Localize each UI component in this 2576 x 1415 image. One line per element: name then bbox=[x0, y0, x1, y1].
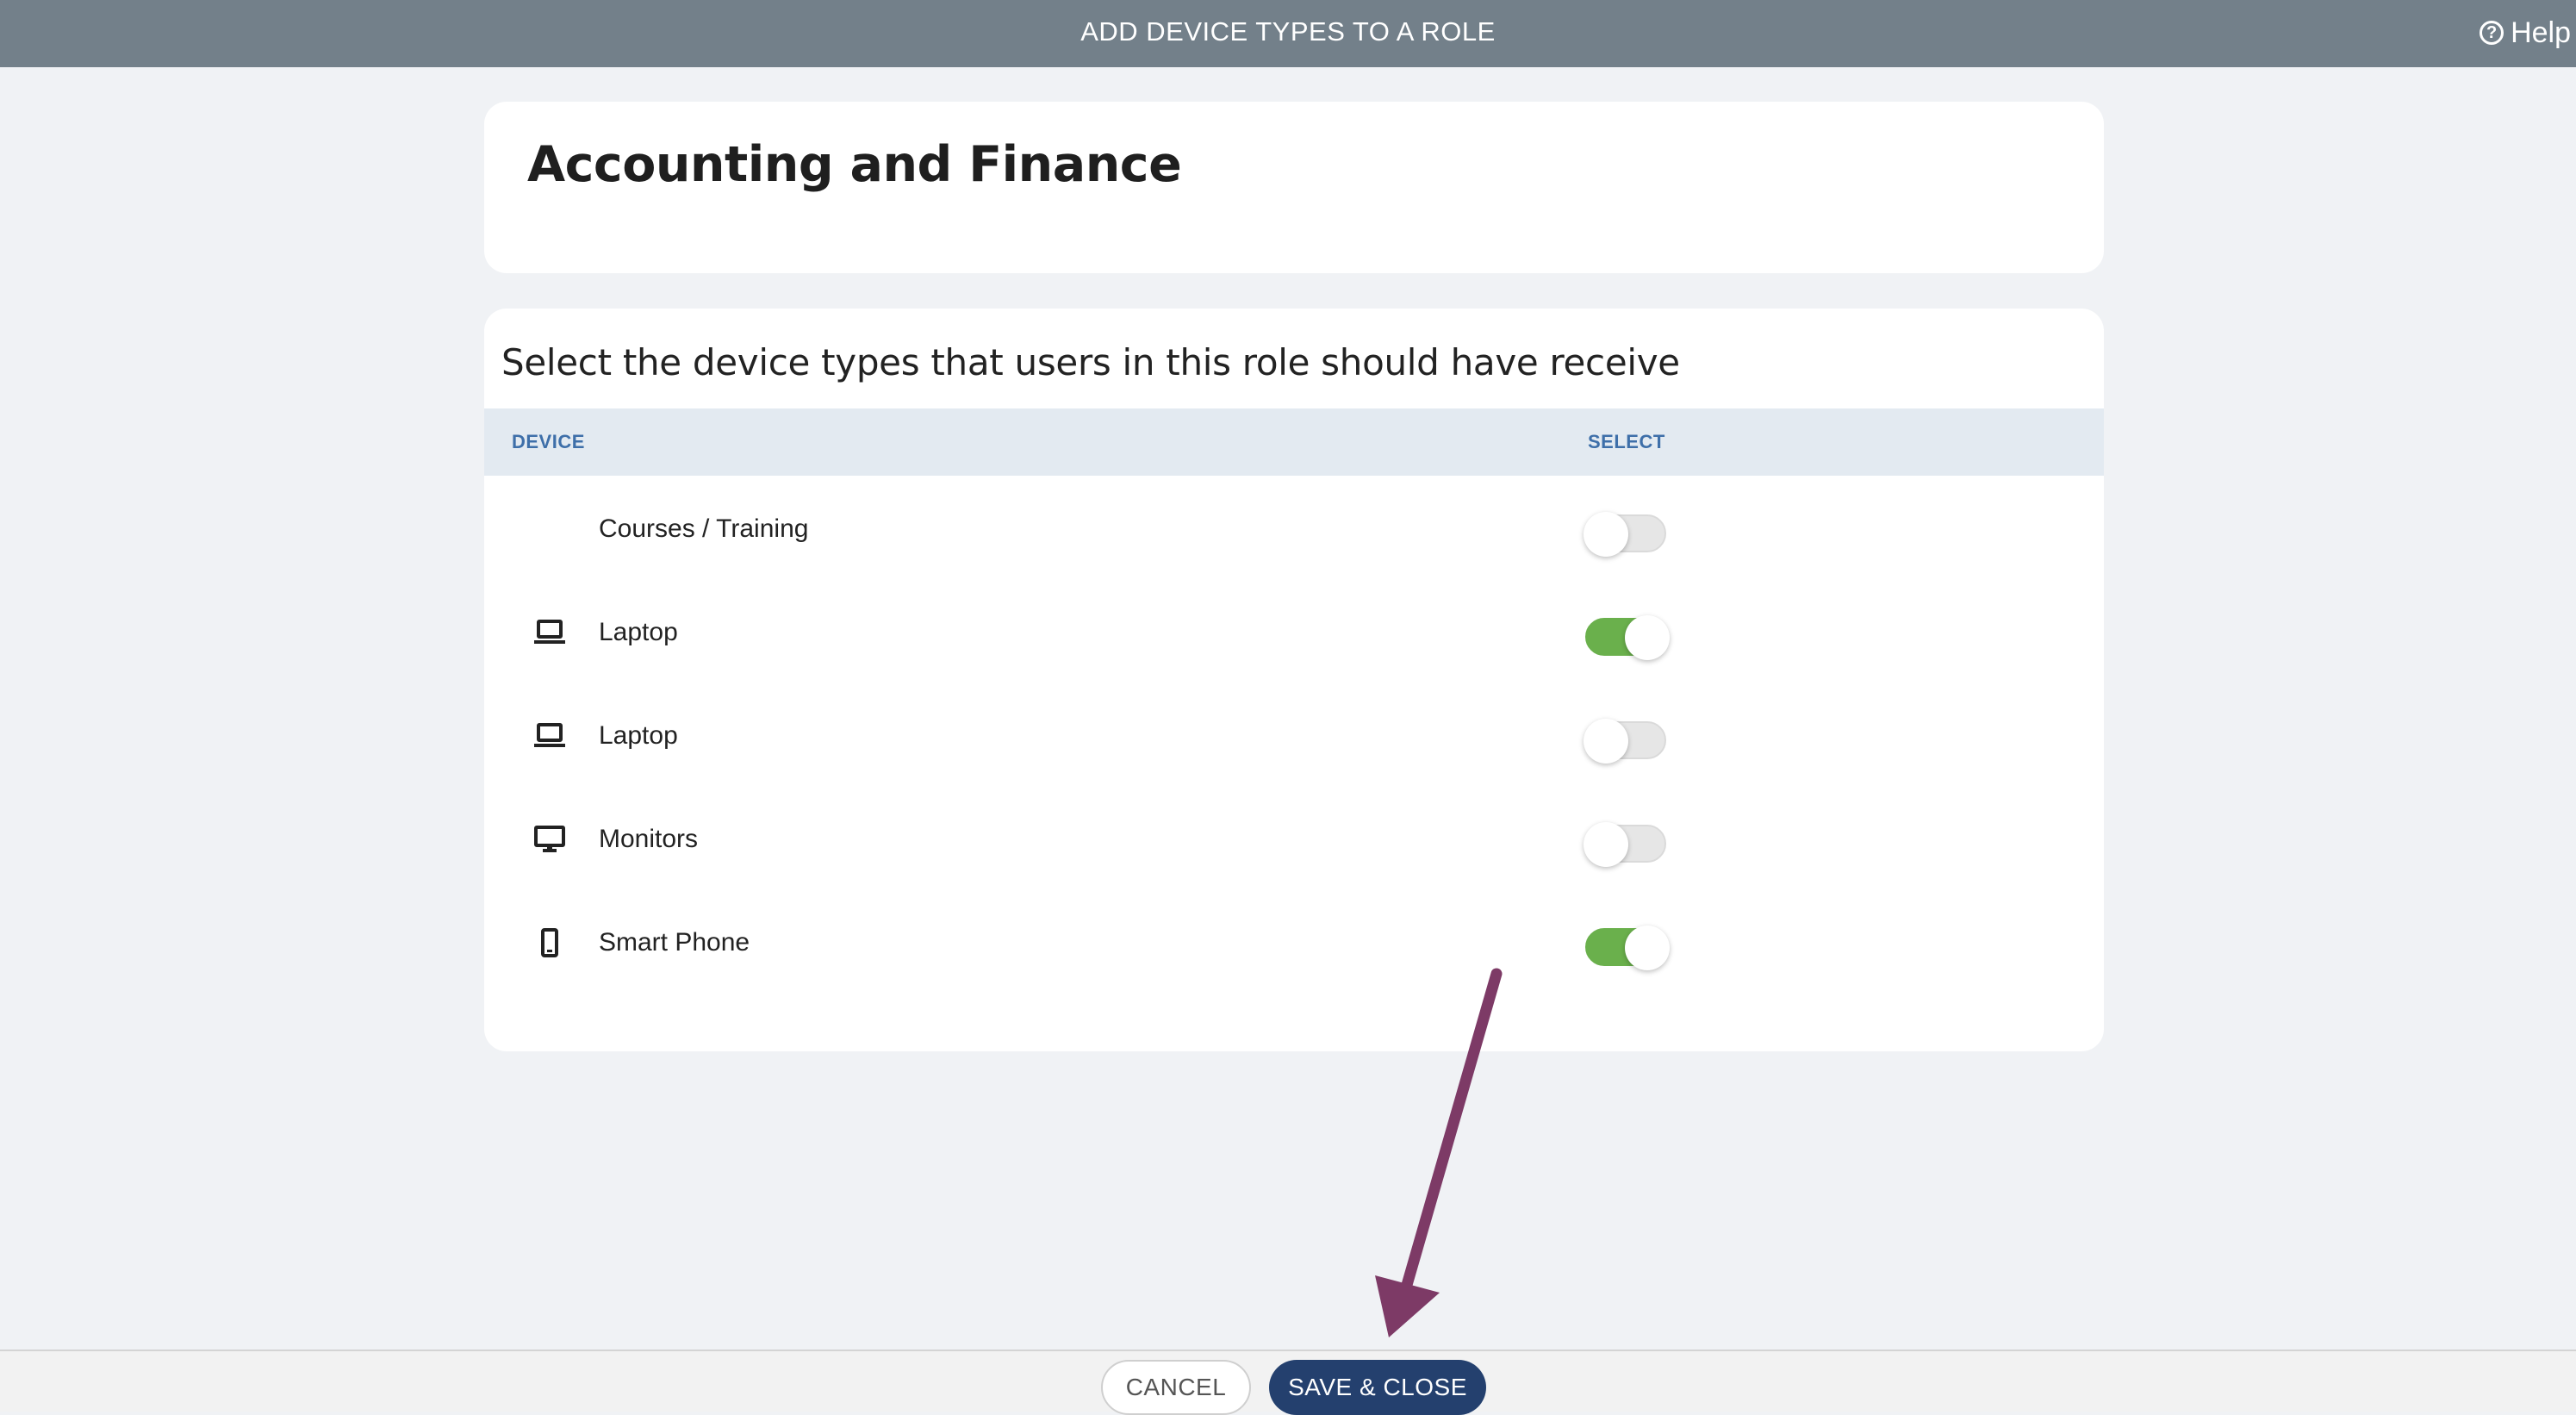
toggle-knob bbox=[1625, 615, 1670, 660]
select-toggle[interactable] bbox=[1584, 719, 1666, 764]
role-title-card: Accounting and Finance bbox=[484, 102, 2104, 273]
device-label: Courses / Training bbox=[599, 514, 809, 543]
footer-bar: CANCEL SAVE & CLOSE bbox=[0, 1350, 2576, 1415]
toggle-knob bbox=[1584, 822, 1628, 867]
table-row: Monitors bbox=[484, 788, 2104, 891]
top-bar: ADD DEVICE TYPES TO A ROLE ? Help bbox=[0, 0, 2576, 67]
device-label: Laptop bbox=[599, 618, 678, 646]
device-types-card: Select the device types that users in th… bbox=[484, 309, 2104, 1051]
laptop-icon bbox=[531, 614, 569, 651]
device-label: Laptop bbox=[599, 721, 678, 750]
column-header-device: DEVICE bbox=[512, 431, 585, 452]
table-row: Laptop bbox=[484, 581, 2104, 684]
help-link[interactable]: ? Help bbox=[2480, 16, 2571, 50]
select-toggle[interactable] bbox=[1584, 822, 1666, 867]
select-toggle[interactable] bbox=[1584, 512, 1666, 557]
role-name: Accounting and Finance bbox=[527, 136, 1182, 193]
table-row: Courses / Training bbox=[484, 477, 2104, 581]
page-header-title: ADD DEVICE TYPES TO A ROLE bbox=[1080, 16, 1496, 47]
table-header: DEVICE SELECT bbox=[484, 408, 2104, 476]
device-label: Smart Phone bbox=[599, 928, 750, 957]
select-toggle[interactable] bbox=[1585, 926, 1670, 970]
cancel-button[interactable]: CANCEL bbox=[1101, 1360, 1251, 1415]
instruction-text: Select the device types that users in th… bbox=[501, 341, 1680, 383]
help-label: Help bbox=[2511, 16, 2571, 49]
column-header-select: SELECT bbox=[1588, 431, 1665, 452]
table-row: Laptop bbox=[484, 684, 2104, 788]
laptop-icon bbox=[531, 717, 569, 755]
monitor-icon bbox=[531, 820, 569, 858]
help-icon: ? bbox=[2480, 21, 2504, 45]
select-toggle[interactable] bbox=[1585, 615, 1670, 660]
toggle-knob bbox=[1625, 926, 1670, 970]
toggle-knob bbox=[1584, 719, 1628, 764]
smartphone-icon bbox=[531, 924, 569, 962]
save-and-close-button[interactable]: SAVE & CLOSE bbox=[1269, 1360, 1486, 1415]
toggle-knob bbox=[1584, 512, 1628, 557]
device-label: Monitors bbox=[599, 825, 699, 853]
row-icon-empty bbox=[531, 510, 569, 548]
table-row: Smart Phone bbox=[484, 891, 2104, 994]
